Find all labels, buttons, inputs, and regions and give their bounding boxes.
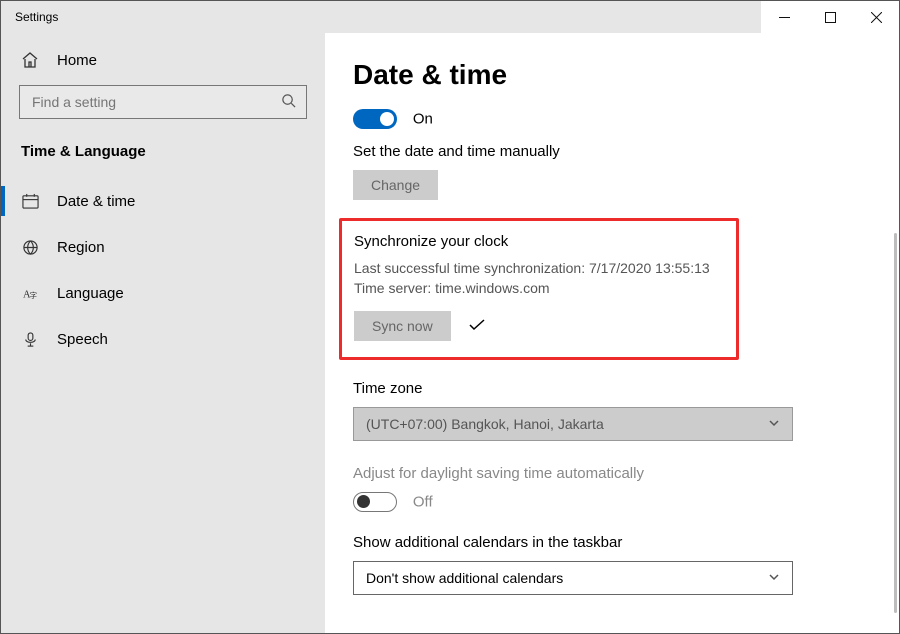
search-box[interactable] [19, 85, 307, 119]
auto-time-row: On [353, 109, 847, 129]
sync-success-icon [469, 318, 485, 334]
sync-heading: Synchronize your clock [354, 233, 720, 250]
chevron-down-icon [768, 570, 780, 586]
dst-row: Off [353, 492, 847, 512]
sync-last-text: Last successful time synchronization: 7/… [354, 258, 720, 278]
minimize-icon [779, 12, 790, 23]
maximize-icon [825, 12, 836, 23]
nav-speech[interactable]: Speech [1, 316, 325, 362]
search-icon [281, 93, 296, 111]
additional-calendars-value: Don't show additional calendars [366, 570, 563, 586]
auto-time-toggle[interactable] [353, 109, 397, 129]
window-buttons [761, 1, 899, 33]
minimize-button[interactable] [761, 1, 807, 33]
speech-icon [21, 330, 39, 348]
dst-toggle [353, 492, 397, 512]
home-icon [21, 51, 39, 69]
window-title: Settings [1, 10, 58, 24]
nav-home[interactable]: Home [1, 41, 325, 85]
language-icon: A字 [21, 284, 39, 302]
nav-region[interactable]: Region [1, 224, 325, 270]
region-icon [21, 238, 39, 256]
timezone-dropdown[interactable]: (UTC+07:00) Bangkok, Hanoi, Jakarta [353, 407, 793, 441]
nav-date-time[interactable]: Date & time [1, 178, 325, 224]
sidebar-section-title: Time & Language [1, 143, 325, 178]
window-titlebar: Settings [1, 1, 899, 33]
change-button[interactable]: Change [353, 170, 438, 200]
nav-home-label: Home [57, 52, 97, 69]
sync-clock-section: Synchronize your clock Last successful t… [339, 218, 739, 360]
nav-date-time-label: Date & time [57, 193, 135, 210]
nav-language[interactable]: A字 Language [1, 270, 325, 316]
dst-label: Adjust for daylight saving time automati… [353, 465, 847, 482]
sidebar: Home Time & Language Date & time Region … [1, 33, 325, 633]
nav-region-label: Region [57, 239, 105, 256]
additional-calendars-dropdown[interactable]: Don't show additional calendars [353, 561, 793, 595]
nav-speech-label: Speech [57, 331, 108, 348]
maximize-button[interactable] [807, 1, 853, 33]
content-pane: Date & time On Set the date and time man… [325, 33, 899, 633]
sync-now-button[interactable]: Sync now [354, 311, 451, 341]
close-icon [871, 12, 882, 23]
search-input[interactable] [30, 93, 281, 111]
sync-server-text: Time server: time.windows.com [354, 278, 720, 298]
timezone-value: (UTC+07:00) Bangkok, Hanoi, Jakarta [366, 416, 604, 432]
dst-state: Off [413, 493, 433, 510]
close-button[interactable] [853, 1, 899, 33]
additional-calendars-heading: Show additional calendars in the taskbar [353, 534, 847, 551]
svg-text:字: 字 [29, 290, 37, 300]
scrollbar[interactable] [894, 233, 897, 613]
nav-language-label: Language [57, 285, 124, 302]
date-time-icon [21, 192, 39, 210]
auto-time-state: On [413, 111, 433, 128]
timezone-heading: Time zone [353, 380, 847, 397]
chevron-down-icon [768, 416, 780, 432]
set-manually-label: Set the date and time manually [353, 143, 847, 160]
page-heading: Date & time [353, 59, 847, 91]
